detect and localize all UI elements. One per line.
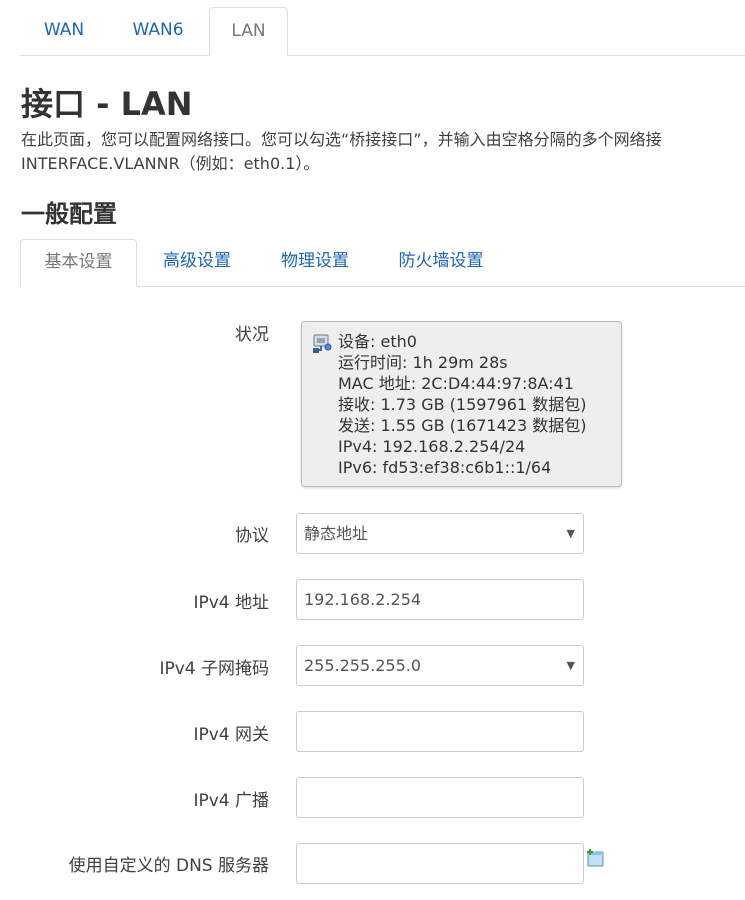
tab-lan[interactable]: LAN [209, 7, 288, 56]
tab-firewall-settings[interactable]: 防火墙设置 [386, 239, 496, 286]
page-description-line1: 在此页面，您可以配置网络接口。您可以勾选“桥接接口”，并输入由空格分隔的多个网络… [21, 130, 662, 149]
status-device: 设备: eth0 [338, 332, 417, 351]
tab-wan6[interactable]: WAN6 [118, 7, 198, 55]
custom-dns-label: 使用自定义的 DNS 服务器 [68, 856, 269, 876]
interface-tabs: WAN WAN6 LAN [20, 7, 745, 56]
ipv4-broadcast-label: IPv4 广播 [193, 791, 269, 811]
interface-config-page: WAN WAN6 LAN 接口 - LAN 在此页面，您可以配置网络接口。您可以… [0, 0, 745, 900]
tab-physical-settings[interactable]: 物理设置 [268, 239, 362, 286]
status-tx: 发送: 1.55 GB (1671423 数据包) [338, 416, 587, 435]
status-ipv6: IPv6: fd53:ef38:c6b1::1/64 [338, 458, 552, 477]
custom-dns-input[interactable] [296, 843, 584, 884]
section-title: 一般配置 [21, 200, 117, 228]
protocol-label: 协议 [235, 526, 269, 546]
ipv4-gateway-label: IPv4 网关 [193, 725, 269, 745]
tab-wan[interactable]: WAN [20, 7, 108, 55]
page-description: 在此页面，您可以配置网络接口。您可以勾选“桥接接口”，并输入由空格分隔的多个网络… [21, 128, 745, 176]
network-port-icon [313, 334, 332, 353]
protocol-select[interactable]: 静态地址 ▼ [296, 513, 584, 554]
ipv4-address-label: IPv4 地址 [193, 593, 269, 613]
ipv4-address-input[interactable] [296, 579, 584, 620]
ipv4-netmask-select[interactable]: 255.255.255.0 ▼ [296, 645, 584, 686]
page-title: 接口 - LAN [21, 85, 193, 123]
ipv4-netmask-select-value: 255.255.255.0 [304, 656, 422, 675]
tab-advanced-settings[interactable]: 高级设置 [150, 239, 244, 286]
status-rx: 接收: 1.73 GB (1597961 数据包) [338, 395, 587, 414]
ipv4-broadcast-input[interactable] [296, 777, 584, 818]
page-description-line2: INTERFACE.VLANNR（例如：eth0.1）。 [21, 154, 320, 173]
status-ipv4: IPv4: 192.168.2.254/24 [338, 437, 526, 456]
protocol-select-value: 静态地址 [304, 524, 369, 543]
status-uptime: 运行时间: 1h 29m 28s [338, 353, 508, 372]
status-details: 设备: eth0 运行时间: 1h 29m 28s MAC 地址: 2C:D4:… [338, 331, 586, 478]
status-mac: MAC 地址: 2C:D4:44:97:8A:41 [338, 374, 574, 393]
config-subtabs: 基本设置 高级设置 物理设置 防火墙设置 [20, 239, 745, 287]
ipv4-netmask-label: IPv4 子网掩码 [159, 659, 269, 679]
add-entry-icon[interactable] [586, 848, 606, 868]
status-label: 状况 [235, 325, 269, 345]
caret-down-icon: ▼ [566, 659, 575, 672]
status-panel: 设备: eth0 运行时间: 1h 29m 28s MAC 地址: 2C:D4:… [301, 321, 622, 487]
ipv4-gateway-input[interactable] [296, 711, 584, 752]
caret-down-icon: ▼ [566, 527, 575, 540]
tab-basic-settings[interactable]: 基本设置 [20, 239, 137, 287]
